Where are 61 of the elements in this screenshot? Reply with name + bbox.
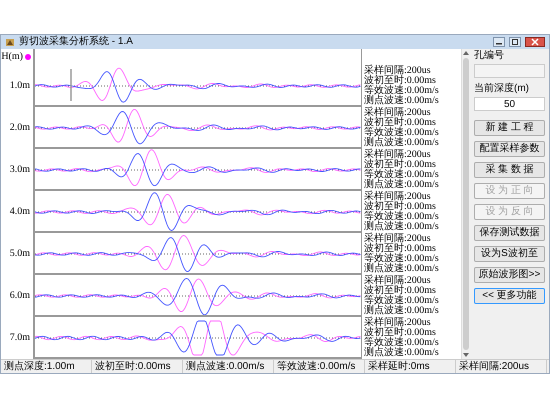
- depth-label: 4.0m: [10, 207, 30, 217]
- info-line: 波初至时:0.00ms: [364, 76, 437, 86]
- depth-label: 2.0m: [10, 123, 30, 133]
- depth-label: 6.0m: [10, 291, 30, 301]
- close-icon[interactable]: [525, 37, 545, 47]
- scroll-down-icon[interactable]: [463, 353, 469, 357]
- info-line: 等效波速:0.00m/s: [364, 296, 440, 306]
- info-line: 采样间隔:200us: [364, 234, 432, 244]
- info-line: 测点波速:0.00m/s: [364, 138, 440, 148]
- info-line: 等效波速:0.00m/s: [364, 254, 440, 264]
- info-line: 波初至时:0.00ms: [364, 202, 437, 212]
- info-line: 等效波速:0.00m/s: [364, 86, 440, 96]
- depth-label: 当前深度(m): [474, 84, 530, 94]
- app-icon: [5, 37, 15, 47]
- info-line: 采样间隔:200us: [364, 192, 432, 202]
- depth-label: 5.0m: [10, 249, 30, 259]
- action-button[interactable]: 配置采样参数: [474, 141, 545, 157]
- hole-number-label: 孔编号: [474, 51, 505, 61]
- status-field: 采样延时:0ms: [365, 360, 456, 373]
- maximize-icon[interactable]: [509, 37, 521, 47]
- action-button[interactable]: 设为S波初至: [474, 246, 545, 262]
- info-line: 测点波速:0.00m/s: [364, 264, 440, 274]
- info-line: 测点波速:0.00m/s: [364, 222, 440, 232]
- info-line: 测点波速:0.00m/s: [364, 96, 440, 106]
- action-button[interactable]: 原始波形图>>: [474, 267, 545, 283]
- depth-label: 1.0m: [10, 81, 30, 91]
- info-line: 等效波速:0.00m/s: [364, 170, 440, 180]
- action-button[interactable]: << 更多功能: [474, 288, 545, 304]
- depth-label: 7.0m: [10, 333, 30, 343]
- status-field: 测点波速:0.00m/s: [183, 360, 274, 373]
- info-line: 等效波速:0.00m/s: [364, 338, 440, 348]
- action-button[interactable]: 保存测试数据: [474, 225, 545, 241]
- info-line: 测点波速:0.00m/s: [364, 306, 440, 316]
- action-button[interactable]: 新 建 工 程: [474, 120, 545, 136]
- status-field: 等效波速:0.00m/s: [274, 360, 365, 373]
- info-line: 波初至时:0.00ms: [364, 244, 437, 254]
- info-line: 采样间隔:200us: [364, 318, 432, 328]
- scrollbar[interactable]: [461, 49, 470, 359]
- axis-label: H(m): [1, 52, 23, 62]
- info-line: 波初至时:0.00ms: [364, 286, 437, 296]
- info-line: 采样间隔:200us: [364, 108, 432, 118]
- depth-field[interactable]: 50: [474, 97, 545, 111]
- info-line: 采样间隔:200us: [364, 150, 432, 160]
- info-line: 波初至时:0.00ms: [364, 160, 437, 170]
- status-field: 采样间隔:200us: [456, 360, 547, 373]
- info-line: 测点波速:0.00m/s: [364, 180, 440, 190]
- info-line: 采样间隔:200us: [364, 276, 432, 286]
- action-button[interactable]: 采 集 数 据: [474, 162, 545, 178]
- status-field: 测点深度:1.00m: [1, 360, 92, 373]
- status-field: 波初至时:0.00ms: [92, 360, 183, 373]
- info-line: 等效波速:0.00m/s: [364, 212, 440, 222]
- info-line: 测点波速:0.00m/s: [364, 348, 440, 358]
- minimize-icon[interactable]: [493, 37, 505, 47]
- info-line: 波初至时:0.00ms: [364, 118, 437, 128]
- info-line: 等效波速:0.00m/s: [364, 128, 440, 138]
- depth-label: 3.0m: [10, 165, 30, 175]
- info-line: 采样间隔:200us: [364, 66, 432, 76]
- window-title: 剪切波采集分析系统 - 1.A: [19, 37, 133, 47]
- hole-number-field[interactable]: [474, 64, 545, 78]
- info-line: 波初至时:0.00ms: [364, 328, 437, 338]
- scroll-up-icon[interactable]: [463, 51, 469, 55]
